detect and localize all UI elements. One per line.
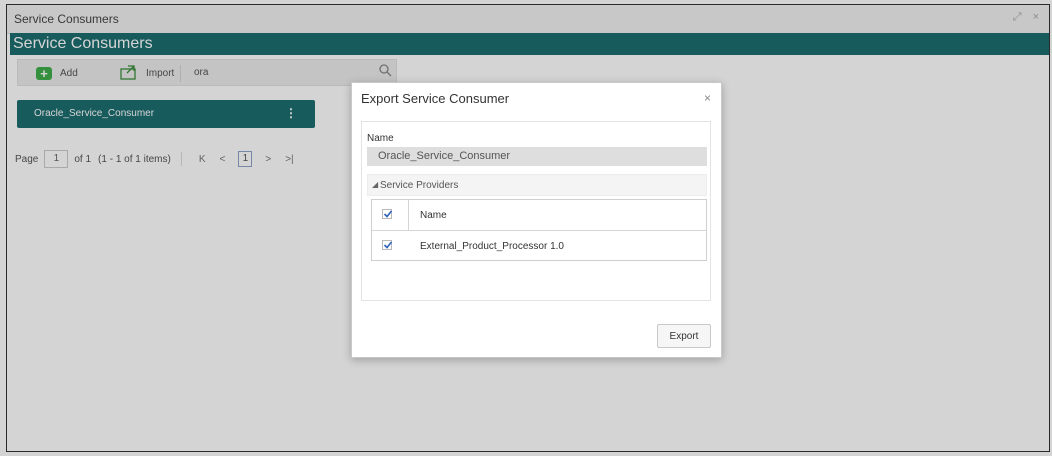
export-dialog: Export Service Consumer × Name Oracle_Se… <box>351 82 722 358</box>
dialog-body: Name Oracle_Service_Consumer ◢ Service P… <box>361 121 711 301</box>
collapse-triangle-icon: ◢ <box>372 180 379 189</box>
close-icon[interactable]: × <box>704 91 711 105</box>
dialog-title: Export Service Consumer <box>361 91 510 106</box>
header-checkbox-cell <box>372 200 409 230</box>
check-icon <box>383 241 393 249</box>
name-label: Name <box>367 133 394 144</box>
section-title: Service Providers <box>380 180 459 191</box>
service-providers-section[interactable]: ◢ Service Providers <box>367 174 707 196</box>
name-field: Oracle_Service_Consumer <box>367 147 707 166</box>
export-button[interactable]: Export <box>657 324 711 348</box>
row-checkbox-cell <box>372 231 408 261</box>
table-row[interactable]: External_Product_Processor 1.0 <box>372 231 706 261</box>
service-providers-table: Name External_Product_Processor 1.0 <box>371 199 707 261</box>
table-header-row: Name <box>372 200 706 231</box>
select-all-checkbox[interactable] <box>382 209 393 219</box>
column-header-name: Name <box>420 210 447 221</box>
provider-name: External_Product_Processor 1.0 <box>420 241 564 252</box>
row-checkbox[interactable] <box>382 240 393 250</box>
check-icon <box>383 210 393 218</box>
